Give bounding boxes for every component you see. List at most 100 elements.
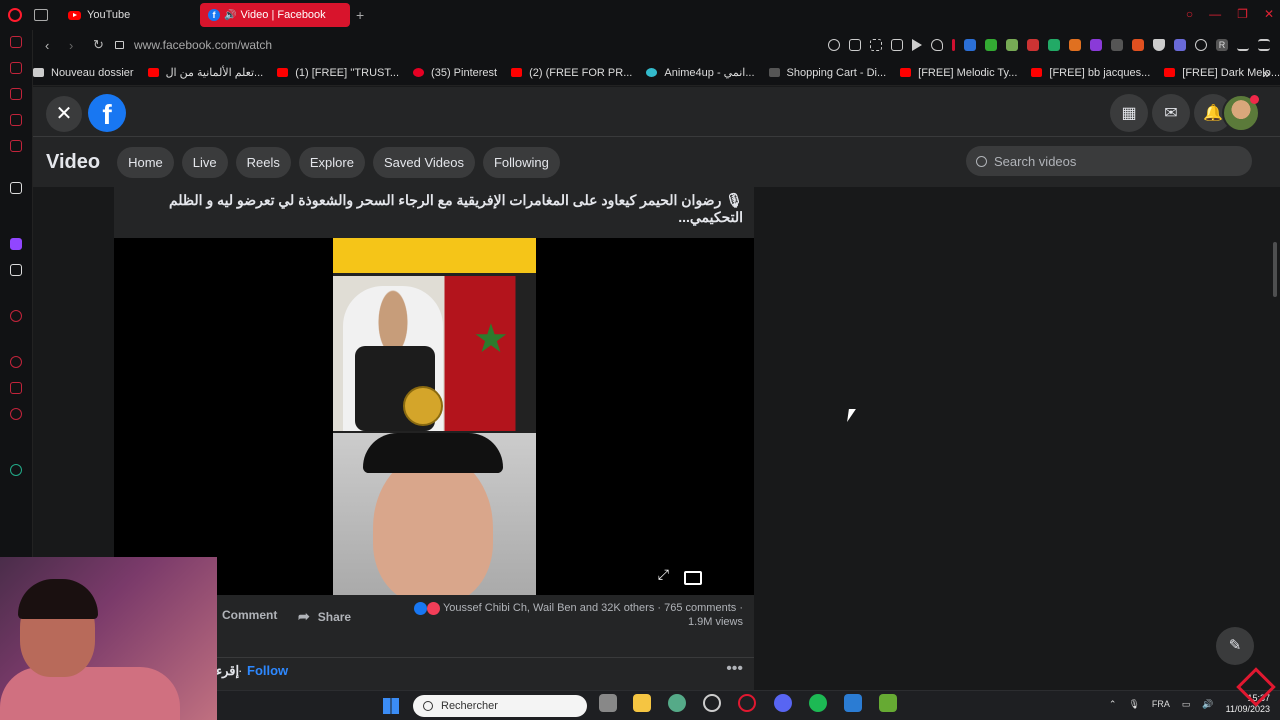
lock-icon[interactable] — [115, 41, 124, 49]
chart-ext-icon[interactable] — [985, 39, 997, 51]
share-button[interactable]: ➦ Share — [298, 608, 351, 625]
bitwarden-icon[interactable] — [964, 39, 976, 51]
author-name[interactable]: إقرء — [216, 663, 239, 679]
menu-icon[interactable] — [1258, 39, 1270, 51]
reload-button[interactable]: ↻ — [93, 37, 105, 53]
bookmarks-overflow-button[interactable]: » — [1262, 65, 1270, 81]
search-videos-input[interactable]: Search videos — [966, 146, 1252, 176]
bookmark-item[interactable]: تعلم الألمانية من ال... — [147, 66, 263, 79]
opera-logo-icon[interactable] — [8, 8, 22, 22]
bookmark-item[interactable]: [FREE] bb jacques... — [1031, 67, 1150, 79]
sidebar-twitch-icon[interactable] — [10, 238, 22, 250]
zoom-icon[interactable] — [828, 39, 840, 51]
tab-manager-icon[interactable] — [34, 9, 48, 21]
sidebar-extensions-icon[interactable] — [10, 382, 22, 394]
opera-icon[interactable] — [738, 694, 756, 712]
comments-count[interactable]: 765 comments — [664, 602, 736, 614]
translate-icon[interactable] — [891, 39, 903, 51]
volume-icon[interactable]: 🔊 — [1202, 699, 1213, 710]
sidebar-refresh-icon[interactable] — [10, 36, 22, 48]
sidebar-tip-icon[interactable] — [10, 464, 22, 476]
orange-ext-icon[interactable] — [1132, 39, 1144, 51]
cloud-ext-icon[interactable] — [1174, 39, 1186, 51]
language-indicator[interactable]: FRA — [1152, 699, 1170, 709]
pin-ext-icon[interactable] — [1048, 39, 1060, 51]
speaker-icon[interactable]: 🔊 — [224, 10, 236, 21]
slash-ext-icon[interactable] — [1006, 39, 1018, 51]
bookmark-item[interactable]: (2) (FREE FOR PR... — [511, 67, 632, 79]
tab-youtube[interactable]: YouTube — [60, 3, 200, 27]
reactions-summary[interactable]: Youssef Chibi Ch, Wail Ben and 32K other… — [413, 601, 743, 629]
notepad-icon[interactable] — [844, 694, 862, 712]
snapshot-icon[interactable] — [870, 39, 882, 51]
close-window-button[interactable]: ✕ — [1264, 7, 1274, 21]
nav-pill-home[interactable]: Home — [117, 146, 174, 178]
sidebar-mail-icon[interactable] — [10, 140, 22, 152]
messenger-icon[interactable]: ✉ — [1152, 94, 1190, 132]
minimize-button[interactable]: — — [1209, 7, 1221, 21]
menu-grid-icon[interactable]: ▦ — [1110, 94, 1148, 132]
nav-pill-saved-videos[interactable]: Saved Videos — [372, 146, 475, 178]
app-icon[interactable] — [668, 694, 686, 712]
bookmark-item[interactable]: [FREE] Melodic Ty... — [900, 67, 1017, 79]
profile-avatar[interactable] — [1222, 94, 1260, 132]
follow-button[interactable]: Follow — [247, 663, 288, 678]
sidebar-settings-icon[interactable] — [10, 408, 22, 420]
purple-ext-icon[interactable] — [1090, 39, 1102, 51]
forward-button[interactable]: › — [69, 38, 81, 53]
fullscreen-icon[interactable]: ⤢ — [658, 566, 669, 583]
spotify-icon[interactable] — [809, 694, 827, 712]
opera-gx-icon[interactable] — [703, 694, 721, 712]
sidebar-ai-icon[interactable] — [10, 62, 22, 74]
sidebar-aria-icon[interactable] — [10, 182, 22, 194]
post-title[interactable]: 🎙 رضوان الحيمر كيعاود على المغامرات الإف… — [114, 187, 754, 238]
sidebar-wallet-icon[interactable] — [10, 114, 22, 126]
bookmark-item[interactable]: Shopping Cart - Di... — [768, 67, 886, 79]
microphone-icon[interactable]: 🎙 — [1128, 699, 1139, 710]
bookmark-item[interactable]: Anime4up - انمي... — [646, 66, 755, 79]
tray-overflow-icon[interactable]: ⌃ — [1109, 699, 1117, 710]
metamask-icon[interactable] — [1069, 39, 1081, 51]
nav-pill-reels[interactable]: Reels — [235, 146, 291, 178]
sidebar-bag-icon[interactable] — [10, 88, 22, 100]
nav-pill-live[interactable]: Live — [181, 146, 228, 178]
maximize-button[interactable]: ❐ — [1237, 7, 1248, 21]
sidebar-x-icon[interactable] — [10, 264, 22, 276]
bookmark-item[interactable]: (1) [FREE] ''TRUST... — [277, 67, 399, 79]
url-field[interactable]: www.facebook.com/watch — [134, 38, 272, 52]
video-player[interactable]: ★ ⤢ — [114, 238, 754, 595]
back-button[interactable]: ‹ — [45, 38, 57, 53]
discord-icon[interactable] — [774, 694, 792, 712]
picture-in-picture-icon[interactable] — [684, 571, 702, 585]
nav-pill-following[interactable]: Following — [482, 146, 560, 178]
counter-ext-icon[interactable] — [1111, 39, 1123, 51]
bookmark-item[interactable]: (35) Pinterest — [413, 67, 497, 79]
network-icon[interactable]: ▭ — [1182, 699, 1191, 710]
nav-pill-explore[interactable]: Explore — [298, 146, 365, 178]
sidebar-player-icon[interactable] — [10, 310, 22, 322]
facebook-logo[interactable]: f — [88, 94, 126, 132]
page-scrollbar[interactable] — [1273, 242, 1277, 297]
new-tab-button[interactable]: + — [356, 7, 364, 23]
file-explorer-icon[interactable] — [633, 694, 651, 712]
profile-r-icon[interactable]: R — [1216, 39, 1228, 51]
close-button[interactable]: ✕ — [46, 96, 82, 132]
sidebar-history-icon[interactable] — [10, 356, 22, 368]
search-tabs-icon[interactable]: ○ — [1186, 7, 1193, 21]
new-message-button[interactable]: ✎ — [1216, 627, 1254, 665]
download-icon[interactable] — [1237, 39, 1249, 51]
taskbar-search-input[interactable]: Rechercher — [413, 695, 587, 717]
shield-icon[interactable] — [1153, 39, 1165, 51]
tab-facebook-video[interactable]: f 🔊 Video | Facebook — [200, 3, 350, 27]
bookmark-item[interactable]: Nouveau dossier — [33, 67, 134, 79]
task-view-icon[interactable] — [599, 694, 617, 712]
line-ext-icon[interactable] — [1027, 39, 1039, 51]
globe-icon[interactable] — [1195, 39, 1207, 51]
play-icon[interactable] — [912, 39, 922, 51]
android-icon[interactable] — [879, 694, 897, 712]
windows-start-icon[interactable] — [383, 698, 399, 714]
heart-icon[interactable] — [931, 39, 943, 51]
more-options-button[interactable]: ••• — [726, 660, 743, 678]
comment-button[interactable]: Comment — [222, 608, 277, 622]
pin-icon[interactable] — [849, 39, 861, 51]
